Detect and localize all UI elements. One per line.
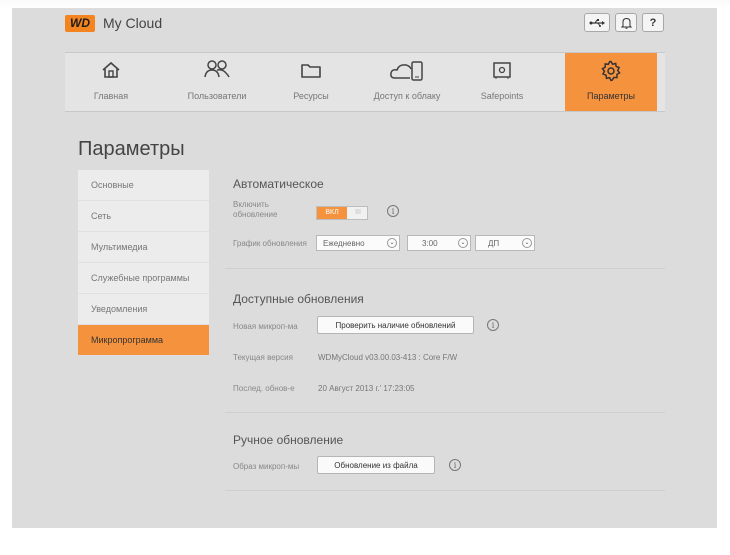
sidebar-item-general[interactable]: Основные (78, 170, 209, 201)
current-version-label: Текущая версия (233, 353, 293, 362)
nav-item-label: Пользователи (187, 91, 247, 101)
usb-icon (589, 18, 605, 27)
toggle-off-label: III (355, 209, 361, 216)
chevron-down-icon: ⌄ (458, 238, 468, 248)
auto-update-toggle[interactable]: ВКЛ III (316, 206, 368, 220)
chevron-down-icon: ⌄ (522, 238, 532, 248)
sidebar-item-network[interactable]: Сеть (78, 201, 209, 232)
notifications-button[interactable] (615, 13, 637, 32)
chevron-down-icon: ⌄ (387, 238, 397, 248)
sidebar-item-notifications[interactable]: Уведомления (78, 294, 209, 325)
top-bar: WD My Cloud ? (65, 12, 665, 40)
home-icon (102, 61, 120, 78)
app-window: WD My Cloud ? Главная Пользователи Ресур… (0, 0, 730, 555)
wd-logo: WD (65, 15, 95, 32)
ampm-value: ДП (488, 239, 500, 248)
cloud-device-icon (390, 61, 423, 81)
info-icon[interactable]: i (449, 459, 461, 471)
usb-button[interactable] (584, 13, 610, 32)
folder-icon (301, 64, 321, 78)
last-update-value: 20 Август 2013 г.' 17:23:05 (318, 384, 415, 393)
nav-item-cloud-access[interactable]: Доступ к облаку (361, 53, 453, 111)
page-title: Параметры (78, 138, 185, 160)
enable-update-label: Включить обновление (233, 200, 278, 219)
nav-item-label: Ресурсы (293, 91, 329, 101)
settings-sidebar: Основные Сеть Мультимедиа Служебные прог… (78, 170, 209, 356)
nav-item-label: Главная (93, 91, 129, 101)
info-icon[interactable]: i (387, 205, 399, 217)
sidebar-item-media[interactable]: Мультимедиа (78, 232, 209, 263)
safe-icon (493, 62, 511, 79)
nav-item-label: Параметры (587, 91, 635, 101)
help-button[interactable]: ? (642, 13, 664, 32)
time-select[interactable]: 3:00 ⌄ (407, 235, 471, 251)
ampm-select[interactable]: ДП ⌄ (475, 235, 535, 251)
nav-item-safepoints[interactable]: Safepoints (465, 53, 539, 111)
divider (225, 268, 665, 269)
last-update-label: Послед. обнов-е (233, 384, 295, 393)
check-updates-button[interactable]: Проверить наличие обновлений (317, 316, 474, 334)
divider (225, 412, 665, 413)
firmware-image-label: Образ микроп-мы (233, 462, 300, 471)
nav-item-label: Доступ к облаку (373, 91, 441, 101)
info-icon[interactable]: i (487, 319, 499, 331)
nav-item-settings[interactable]: Параметры (565, 53, 657, 111)
current-version-value: WDMyCloud v03.00.03-413 : Core F/W (318, 353, 458, 362)
bell-icon (620, 17, 632, 29)
footer (12, 528, 717, 555)
users-icon (204, 60, 230, 78)
main-nav: Главная Пользователи Ресурсы Доступ к об… (65, 52, 665, 112)
divider (225, 490, 665, 491)
gear-icon (601, 60, 621, 82)
available-updates-title: Доступные обновления (233, 292, 364, 306)
auto-update-title: Автоматическое (233, 177, 324, 191)
new-firmware-label: Новая микроп-ма (233, 322, 298, 331)
sidebar-item-firmware[interactable]: Микропрограмма (78, 325, 209, 356)
update-from-file-button[interactable]: Обновление из файла (317, 456, 435, 474)
nav-item-users[interactable]: Пользователи (177, 53, 257, 111)
frequency-value: Ежедневно (323, 239, 365, 248)
app-title: My Cloud (103, 15, 163, 31)
frequency-select[interactable]: Ежедневно ⌄ (316, 235, 400, 251)
time-value: 3:00 (422, 239, 438, 248)
toggle-on-label: ВКЛ (317, 207, 347, 219)
sidebar-item-utilities[interactable]: Служебные программы (78, 263, 209, 294)
nav-item-shares[interactable]: Ресурсы (277, 53, 345, 111)
nav-item-label: Safepoints (480, 91, 524, 101)
nav-item-home[interactable]: Главная (65, 53, 157, 111)
schedule-label: График обновления (233, 239, 307, 248)
manual-update-title: Ручное обновление (233, 433, 344, 447)
